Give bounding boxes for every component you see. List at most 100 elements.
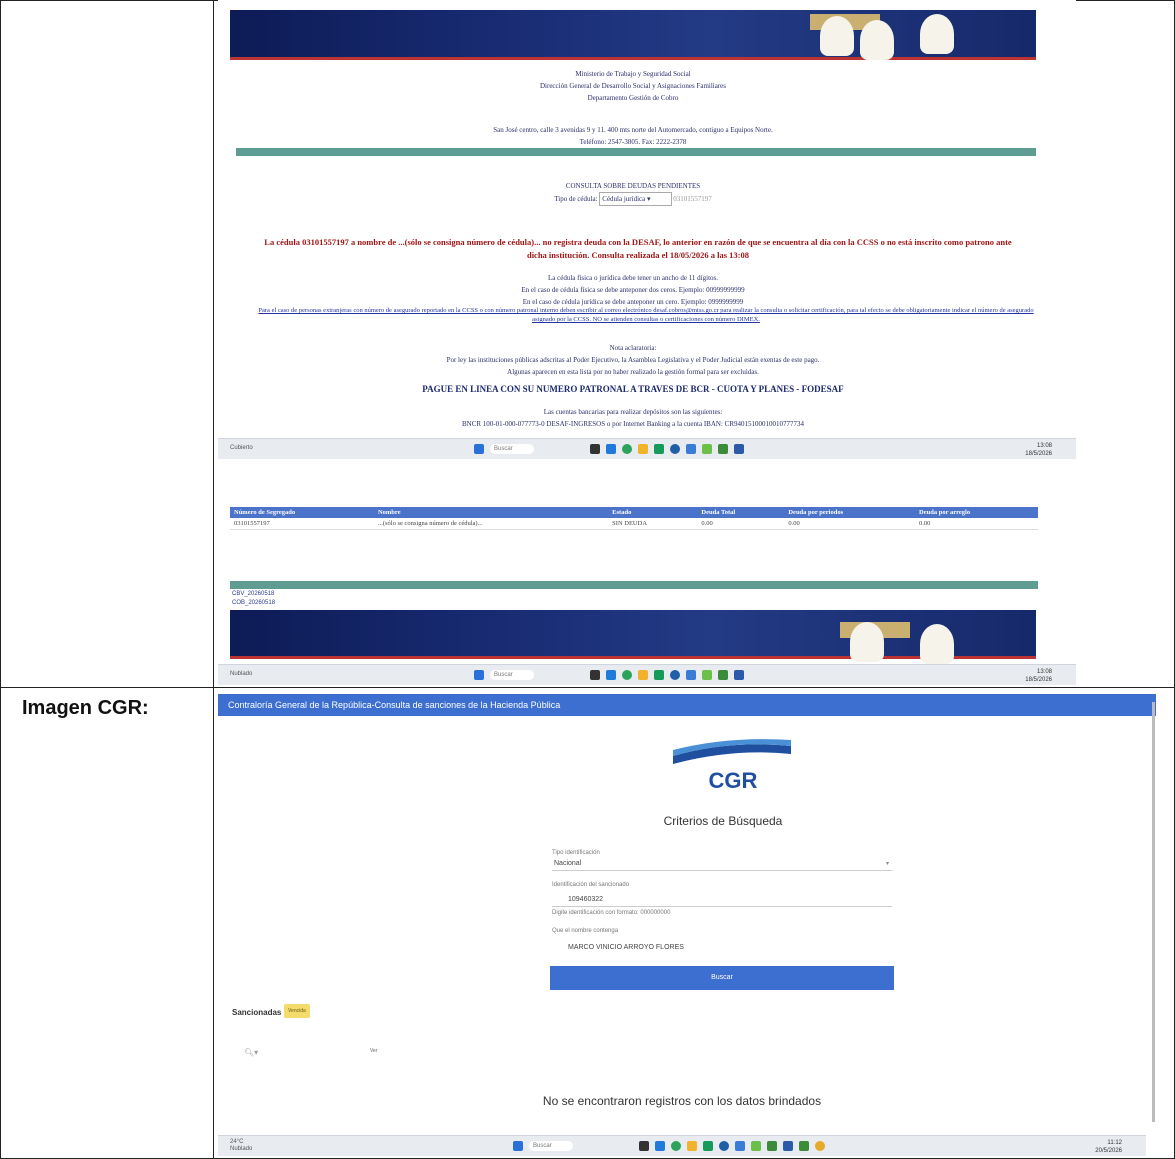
footer-code: COB_20260518 bbox=[232, 600, 276, 606]
chrome-icon[interactable] bbox=[622, 670, 632, 680]
app-icon[interactable] bbox=[655, 1141, 665, 1151]
windows-start-icon[interactable] bbox=[474, 670, 484, 680]
debt-table: Número de Segregado Nombre Estado Deuda … bbox=[230, 507, 1038, 530]
column-divider bbox=[213, 0, 214, 1159]
chevron-down-icon[interactable]: ▾ bbox=[886, 860, 889, 867]
app-icon[interactable] bbox=[702, 670, 712, 680]
folder-icon[interactable] bbox=[638, 444, 648, 454]
app-icon[interactable] bbox=[590, 670, 600, 680]
clock: 13:08 18/5/2026 bbox=[1025, 443, 1052, 457]
weather-widget[interactable]: 24°C Nublado bbox=[230, 1139, 252, 1153]
ccss-screenshot: Ministerio de Trabajo y Seguridad Social… bbox=[218, 0, 1076, 685]
name-input[interactable]: MARCO VINICIO ARROYO FLORES bbox=[568, 944, 684, 951]
table-cell: 03101557197 bbox=[230, 518, 374, 530]
app-icon[interactable] bbox=[606, 670, 616, 680]
address-lines: San José centro, calle 3 avenidas 9 y 11… bbox=[230, 124, 1036, 148]
cgr-logo: CGR bbox=[673, 739, 791, 793]
table-cell: SIN DEUDA bbox=[608, 518, 698, 530]
app-icon[interactable] bbox=[590, 444, 600, 454]
search-icon[interactable]: 🔍︎▾ bbox=[244, 1048, 258, 1057]
bottom-banner bbox=[230, 610, 1036, 664]
edge-icon[interactable] bbox=[670, 444, 680, 454]
app-icon[interactable] bbox=[703, 1141, 713, 1151]
header-line: Dirección General de Desarrollo Social y… bbox=[539, 82, 727, 90]
pague-en-linea[interactable]: PAGUE EN LINEA CON SU NUMERO PATRONAL A … bbox=[230, 384, 1036, 394]
id-input[interactable]: 109460322 bbox=[568, 896, 603, 903]
nota-line: Algunas aparecen en esta lista por no ha… bbox=[507, 368, 759, 376]
app-icon[interactable] bbox=[718, 670, 728, 680]
rule-line: La cédula física o jurídica debe tener u… bbox=[547, 274, 718, 282]
cedula-input[interactable]: 03101557197 bbox=[673, 195, 712, 203]
app-icon[interactable] bbox=[639, 1141, 649, 1151]
windows-start-icon[interactable] bbox=[474, 444, 484, 454]
windows-taskbar: Nublado Buscar 13:08 18/5/2026 bbox=[218, 664, 1076, 685]
criteria-title: Criterios de Búsqueda bbox=[663, 814, 783, 828]
windows-start-icon[interactable] bbox=[513, 1141, 523, 1151]
tipo-label: Tipo de cédula: bbox=[554, 195, 598, 203]
app-icon[interactable] bbox=[734, 444, 744, 454]
taskbar-search[interactable]: Buscar bbox=[490, 670, 534, 680]
name-label: Que el nombre contenga bbox=[552, 928, 619, 934]
windows-taskbar: Cubierto Buscar 13:08 18/5/2026 bbox=[218, 438, 1076, 459]
chrome-icon[interactable] bbox=[671, 1141, 681, 1151]
taskbar-icons: Buscar bbox=[474, 443, 744, 455]
row-divider bbox=[0, 687, 1175, 688]
column-header: Nombre bbox=[373, 507, 609, 518]
header-line: Ministerio de Trabajo y Seguridad Social bbox=[575, 70, 691, 78]
id-hint: Digite identificación con formato: 00000… bbox=[552, 910, 671, 916]
address-line: San José centro, calle 3 avenidas 9 y 11… bbox=[493, 126, 773, 134]
chrome-icon[interactable] bbox=[622, 444, 632, 454]
filter-value[interactable]: Ver bbox=[370, 1048, 378, 1054]
table-header-row: Número de Segregado Nombre Estado Deuda … bbox=[230, 507, 1038, 518]
tipo-select[interactable]: Nacional bbox=[554, 860, 581, 867]
nota-aclaratoria: Nota aclaratoria: Por ley las institucio… bbox=[230, 342, 1036, 378]
weather-label: Cubierto bbox=[230, 445, 253, 451]
table-cell: 0.00 bbox=[915, 518, 1038, 530]
cgr-header: Contraloría General de la República-Cons… bbox=[218, 694, 1156, 716]
phone-line: Teléfono: 2547-3805. Fax: 2222-2378 bbox=[579, 138, 687, 146]
tipo-label: Tipo identificación bbox=[552, 850, 600, 856]
app-icon[interactable] bbox=[654, 670, 664, 680]
scrollbar[interactable] bbox=[1152, 702, 1155, 1122]
app-icon[interactable] bbox=[686, 670, 696, 680]
taskbar-search[interactable]: Buscar bbox=[490, 444, 534, 454]
table-cell: ...(sólo se consigna número de cédula)..… bbox=[373, 518, 609, 530]
edge-icon[interactable] bbox=[670, 670, 680, 680]
divider-bar bbox=[236, 148, 1036, 156]
app-icon[interactable] bbox=[783, 1141, 793, 1151]
app-icon[interactable] bbox=[767, 1141, 777, 1151]
query-form: Tipo de cédula: Cédula jurídica ▾ 031015… bbox=[230, 192, 1036, 206]
extranjeros-link[interactable]: Para el caso de personas extranjeras con… bbox=[256, 306, 1036, 324]
app-icon[interactable] bbox=[735, 1141, 745, 1151]
app-icon[interactable] bbox=[718, 444, 728, 454]
app-icon[interactable] bbox=[606, 444, 616, 454]
folder-icon[interactable] bbox=[687, 1141, 697, 1151]
status-badge[interactable]: Vencida bbox=[284, 1004, 310, 1018]
divider-bar bbox=[230, 581, 1038, 589]
id-label: Identificación del sancionado bbox=[552, 882, 630, 888]
column-header: Deuda por arreglo bbox=[915, 507, 1038, 518]
clock: 13:08 18/5/2026 bbox=[1025, 669, 1052, 683]
cuentas-line: Las cuentas bancarias para realizar depó… bbox=[543, 408, 723, 416]
tipo-select[interactable]: Cédula jurídica ▾ bbox=[599, 192, 672, 206]
cuentas-line: BNCR 100-01-000-077773-0 DESAF-INGRESOS … bbox=[461, 420, 804, 428]
top-banner bbox=[230, 10, 1036, 60]
app-icon[interactable] bbox=[702, 444, 712, 454]
buscar-button[interactable]: Buscar bbox=[550, 966, 894, 990]
app-icon[interactable] bbox=[686, 444, 696, 454]
app-icon[interactable] bbox=[751, 1141, 761, 1151]
app-icon[interactable] bbox=[799, 1141, 809, 1151]
app-icon[interactable] bbox=[654, 444, 664, 454]
taskbar-search[interactable]: Buscar bbox=[529, 1141, 573, 1151]
folder-icon[interactable] bbox=[638, 670, 648, 680]
column-header: Número de Segregado bbox=[230, 507, 374, 518]
column-header: Estado bbox=[608, 507, 698, 518]
table-row: 03101557197 ...(sólo se consigna número … bbox=[230, 518, 1038, 530]
sancionadas-label: Sancionadas bbox=[232, 1008, 282, 1017]
app-icon[interactable] bbox=[734, 670, 744, 680]
rule-line: En el caso de cédula física se debe ante… bbox=[521, 286, 745, 294]
app-icon[interactable] bbox=[815, 1141, 825, 1151]
query-title: CONSULTA SOBRE DEUDAS PENDIENTES bbox=[565, 182, 701, 190]
column-header: Deuda Total bbox=[697, 507, 785, 518]
edge-icon[interactable] bbox=[719, 1141, 729, 1151]
